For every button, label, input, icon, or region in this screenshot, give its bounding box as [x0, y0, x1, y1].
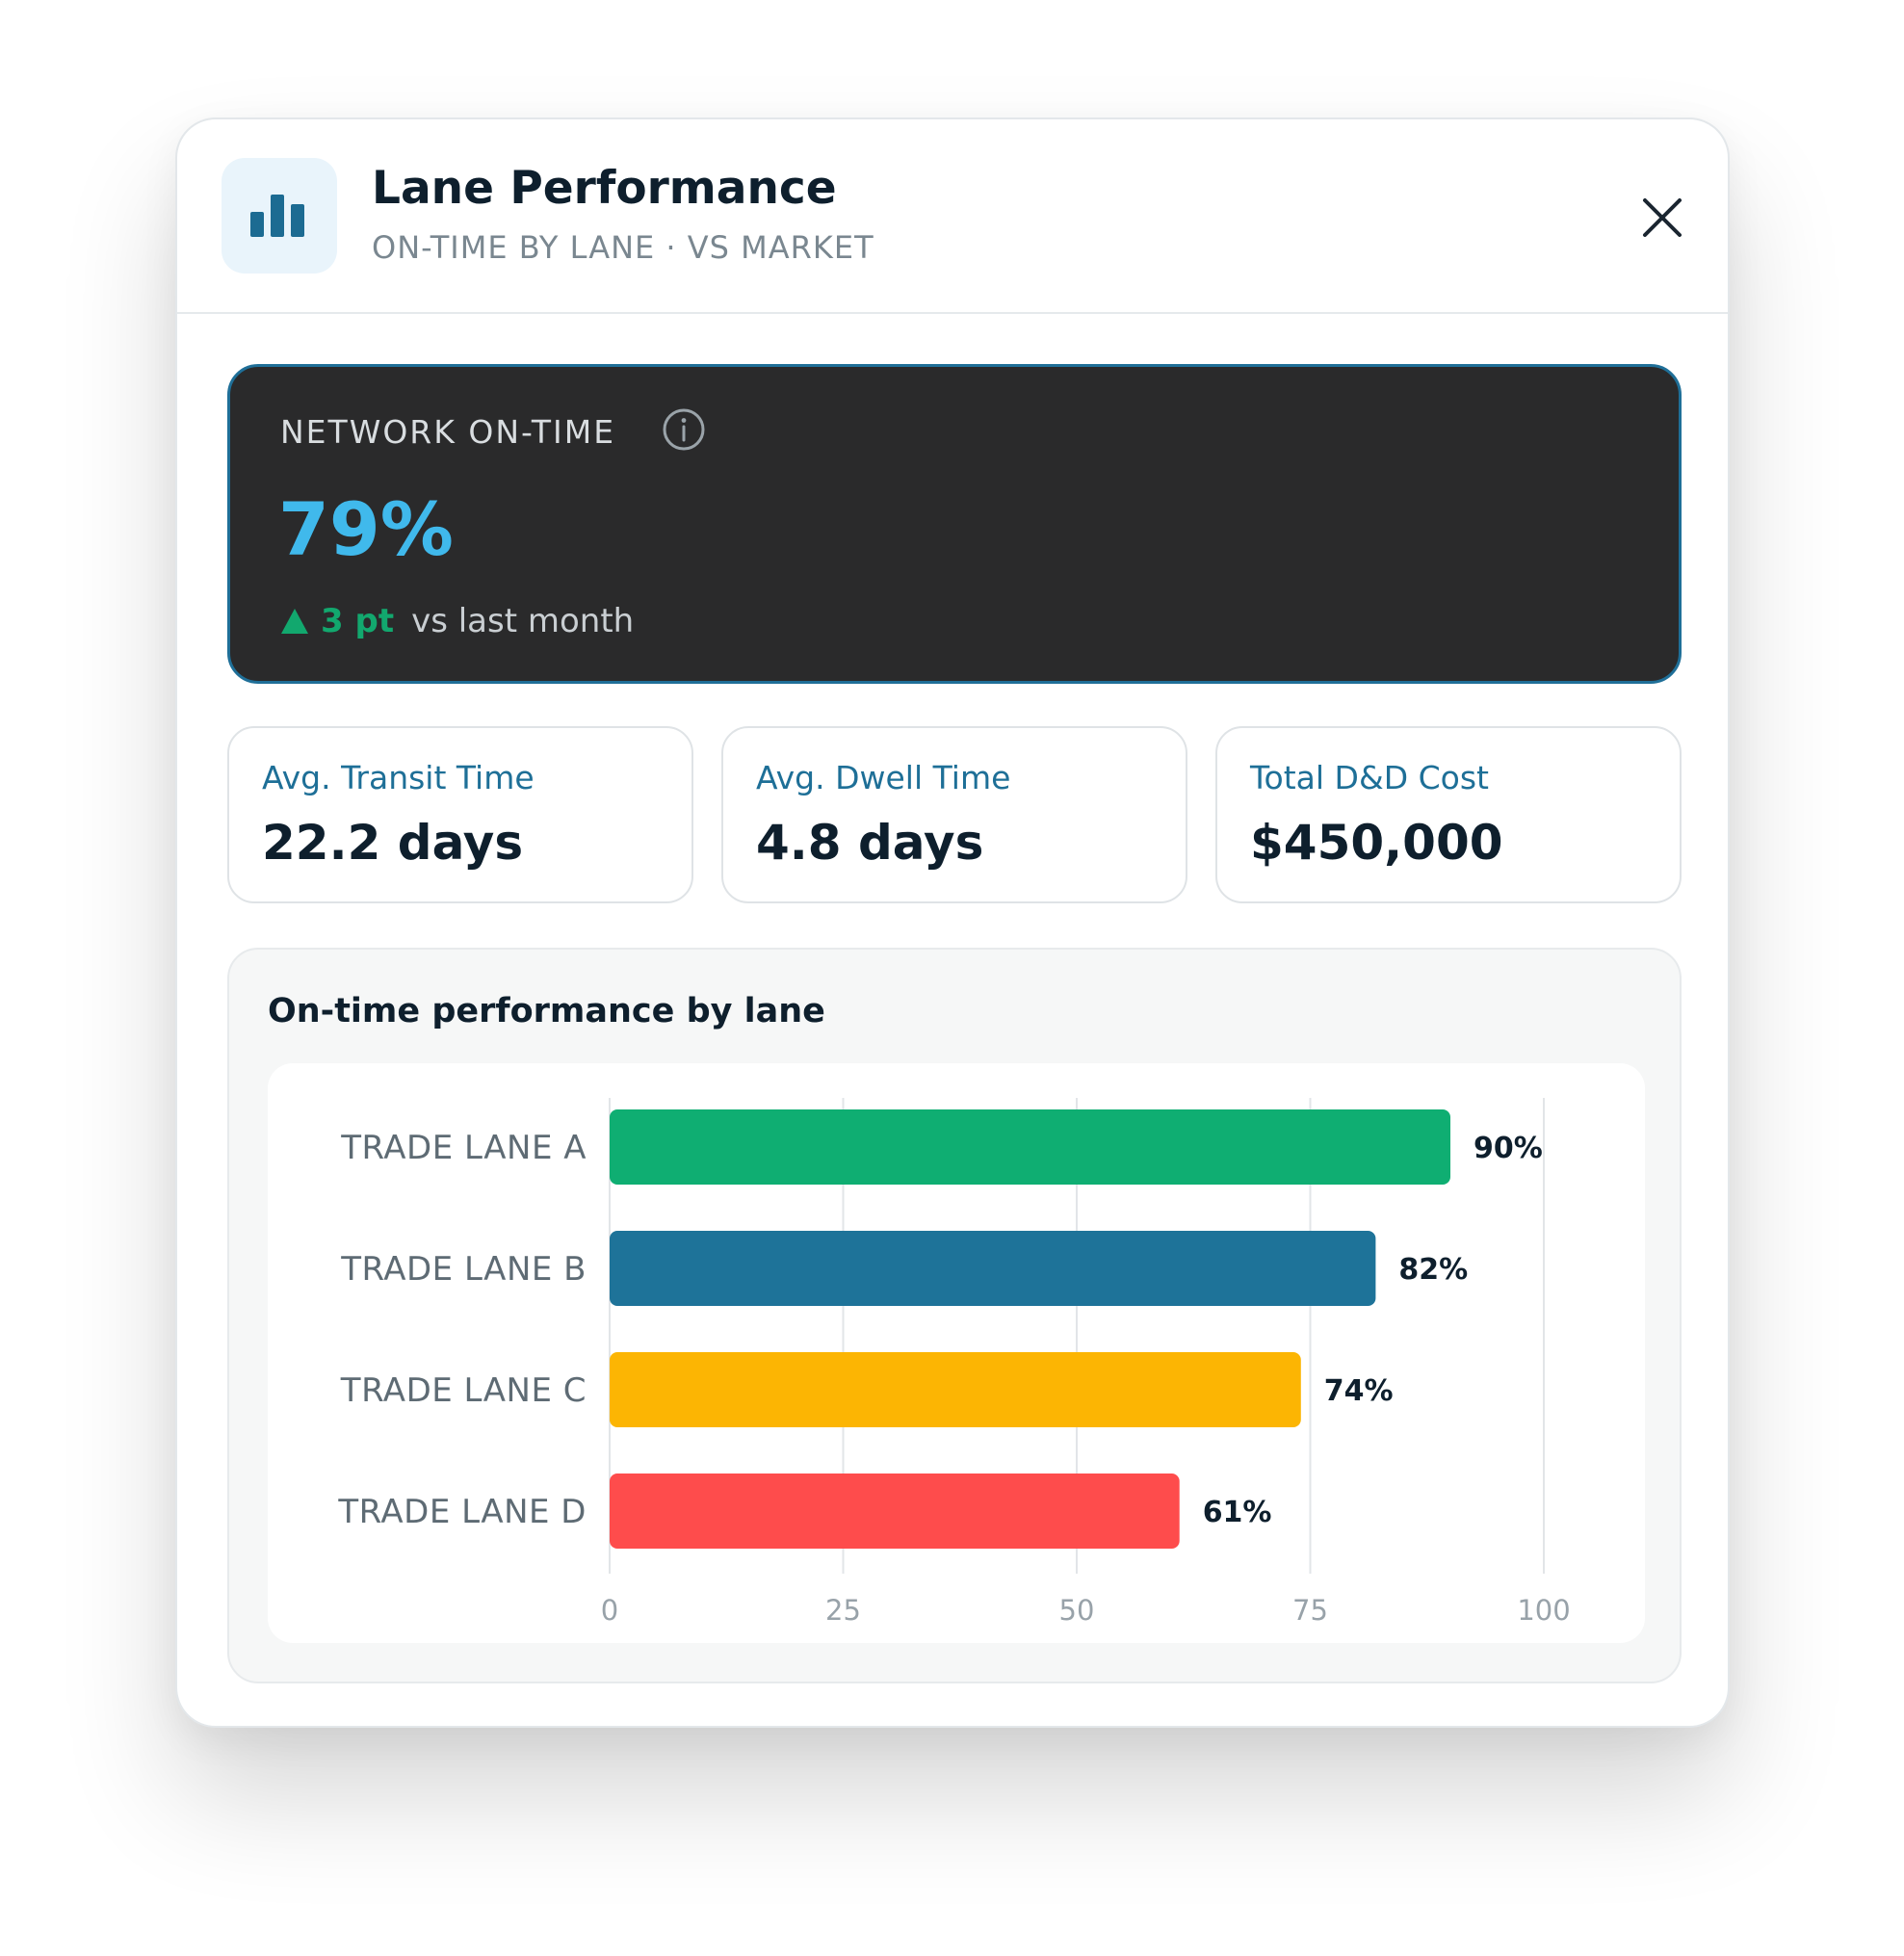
stat-label: Total D&D Cost: [1250, 759, 1489, 796]
bar-chart-icon: [222, 158, 337, 274]
page-subtitle: ON-TIME BY LANE · VS MARKET: [372, 229, 874, 266]
bar: [610, 1109, 1450, 1185]
stat-card-dwell-time: Avg. Dwell Time 4.8 days: [721, 726, 1187, 903]
network-on-time-value: 79%: [278, 486, 454, 572]
stat-card-transit-time: Avg. Transit Time 22.2 days: [227, 726, 693, 903]
lane-bar-chart: 0 25 50 75 100 TRADE LANE A 90% TRADE LANE B 82%…: [337, 1098, 1571, 1627]
close-button[interactable]: [1637, 193, 1687, 243]
trend-indicator: 3 pt vs last month: [280, 600, 634, 642]
category-label: TRADE LANE D: [337, 1493, 587, 1531]
card-header: Lane Performance ON-TIME BY LANE · VS MA…: [177, 119, 1728, 314]
bar: [610, 1474, 1180, 1549]
lane-performance-card: Lane Performance ON-TIME BY LANE · VS MA…: [175, 117, 1730, 1728]
x-tick-label: 25: [825, 1594, 861, 1627]
stat-value: 22.2 days: [262, 815, 524, 871]
page-title: Lane Performance: [372, 162, 837, 215]
trend-up-icon: [281, 609, 308, 634]
stat-label: Avg. Transit Time: [262, 759, 535, 796]
category-label: TRADE LANE C: [340, 1371, 587, 1410]
close-icon: [1643, 198, 1682, 237]
stat-label: Avg. Dwell Time: [756, 759, 1011, 796]
category-label: TRADE LANE A: [340, 1129, 587, 1167]
stat-value: 4.8 days: [756, 815, 984, 871]
data-label: 61%: [1203, 1496, 1272, 1529]
x-tick-label: 50: [1059, 1594, 1095, 1627]
data-label: 82%: [1398, 1253, 1468, 1287]
x-tick-label: 0: [601, 1594, 618, 1627]
chart-title: On-time performance by lane: [268, 992, 825, 1030]
x-tick-label: 100: [1517, 1594, 1570, 1627]
stat-value: $450,000: [1250, 815, 1503, 871]
category-label: TRADE LANE B: [340, 1250, 587, 1289]
chart-panel: On-time performance by lane 0 25 50 75 100 TR…: [227, 948, 1682, 1683]
stat-card-dd-cost: Total D&D Cost $450,000: [1215, 726, 1682, 903]
trend-note: vs last month: [411, 602, 635, 640]
bar: [610, 1231, 1376, 1306]
trend-value: 3 pt: [321, 602, 395, 640]
info-icon[interactable]: [662, 407, 706, 452]
x-tick-label: 75: [1292, 1594, 1328, 1627]
network-on-time-panel: NETWORK ON-TIME 79% 3 pt vs last month: [227, 364, 1682, 684]
network-on-time-label: NETWORK ON-TIME: [280, 413, 616, 451]
data-label: 74%: [1324, 1374, 1394, 1408]
data-label: 90%: [1474, 1132, 1543, 1165]
bar: [610, 1352, 1301, 1427]
chart-area: 0 25 50 75 100 TRADE LANE A 90% TRADE LANE B 82%…: [268, 1063, 1645, 1643]
